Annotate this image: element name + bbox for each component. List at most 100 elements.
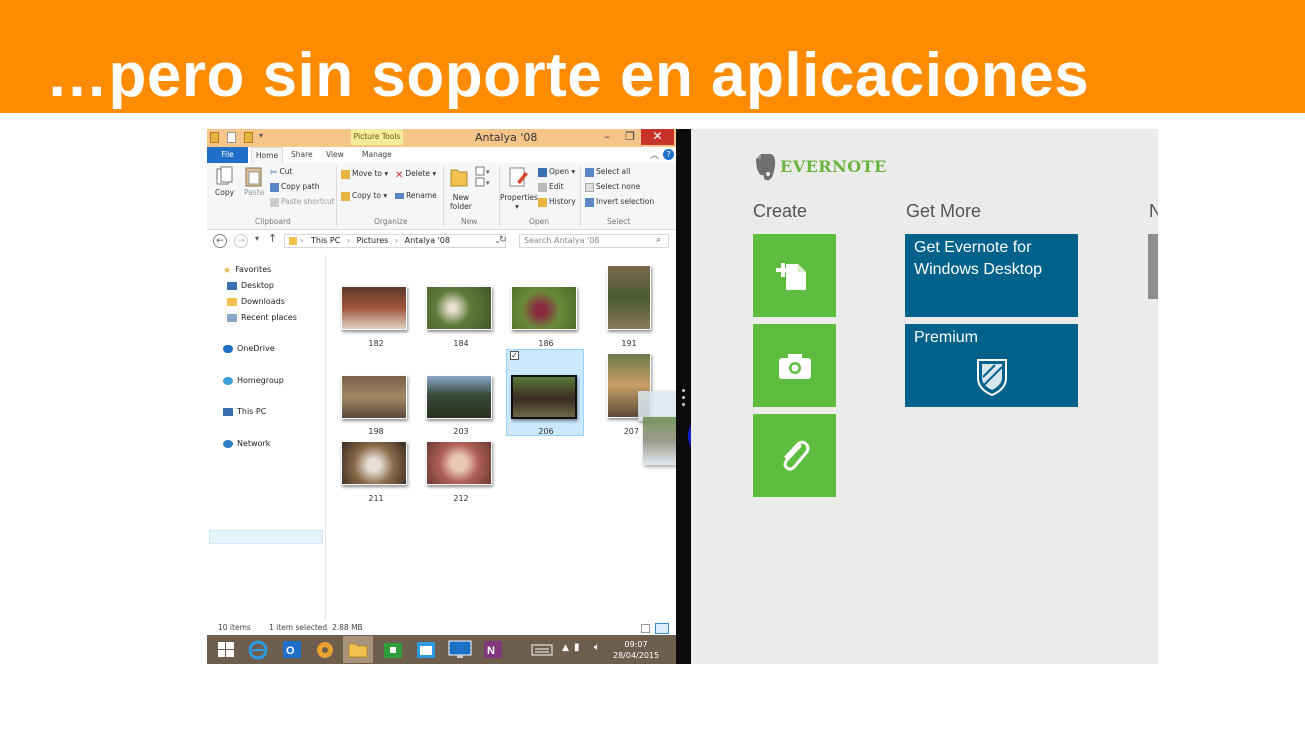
recent-locations-icon[interactable]: ▾ [255,234,259,243]
address-row: ← → ▾ ↑ › This PC › Pictures › Antalya '… [207,230,676,252]
clipboard-group-label: Clipboard [255,217,291,226]
tab-share[interactable]: Share [291,147,313,163]
photo-thumbnail[interactable] [341,375,407,419]
address-bar[interactable]: › This PC › Pictures › Antalya '08 ⌄ [284,234,506,248]
minimize-ribbon-icon[interactable]: ︿ [650,148,659,161]
internet-explorer-icon[interactable] [243,636,273,663]
refresh-icon[interactable]: ↻ [499,235,507,245]
nav-item-homegroup[interactable]: Homegroup [223,376,284,385]
forward-icon[interactable]: → [234,234,248,248]
breadcrumb-this-pc[interactable]: This PC [311,236,340,245]
invert-selection-icon [585,197,594,207]
file-name: 198 [368,427,384,436]
file-explorer-window: ▾ Picture Tools Antalya '08 – ❐ ✕ File H… [207,129,676,664]
maximize-icon[interactable]: ❐ [618,129,642,145]
selection-checkbox[interactable]: ✓ [510,351,519,360]
file-list: 182 184 186 191 198 203 ✓ 206 207 211 21… [325,255,676,621]
minimize-icon[interactable]: – [595,129,619,145]
paste-shortcut-button[interactable]: Paste shortcut [270,197,335,207]
select-all-button[interactable]: Select all [585,167,630,177]
volume-icon[interactable]: 🔈︎ [594,642,600,653]
clock[interactable]: 09:07 28/04/2015 [613,639,659,661]
attachment-note-tile[interactable] [753,414,836,497]
copy-button[interactable]: Copy [215,188,234,197]
tab-file[interactable]: File [207,147,248,163]
large-icons-view-icon[interactable] [655,623,669,634]
nav-item-onedrive[interactable]: OneDrive [223,344,275,353]
media-center-icon[interactable] [310,636,340,663]
start-icon[interactable] [211,636,241,663]
file-name: 191 [621,339,637,348]
copy-path-button[interactable]: Copy path [270,182,319,192]
photo-thumbnail[interactable] [341,441,407,485]
quick-access-dropdown-icon[interactable]: ▾ [259,131,263,140]
move-to-button[interactable]: Move to ▾ [341,169,388,179]
paste-button[interactable]: Paste [244,188,264,197]
keyboard-icon[interactable] [527,636,557,663]
photo-thumbnail[interactable] [511,286,577,330]
picture-tools-tab: Picture Tools [351,129,403,145]
properties-button[interactable]: Properties ▾ [500,193,538,211]
camera-icon [779,354,811,379]
move-to-icon [341,169,350,179]
open-group-label: Open [529,217,550,226]
photo-thumbnail[interactable] [341,286,407,330]
copy-to-button[interactable]: Copy to ▾ [341,191,387,201]
calendar-icon[interactable] [411,636,441,663]
help-icon[interactable]: ? [663,149,674,160]
back-icon[interactable]: ← [213,234,227,248]
outlook-icon[interactable]: O [277,636,307,663]
select-none-button[interactable]: Select none [585,182,640,192]
breadcrumb-antalya[interactable]: Antalya '08 [405,236,450,245]
delete-button[interactable]: ✕ Delete ▾ [395,169,436,181]
battery-icon[interactable]: ▮ [574,642,580,653]
tab-home[interactable]: Home [251,147,283,163]
divider-grip[interactable] [682,389,685,392]
tab-manage[interactable]: Manage [362,147,392,163]
nav-item-this-pc[interactable]: This PC [223,407,266,416]
divider-grip[interactable] [682,403,685,406]
file-explorer-taskbar-icon[interactable] [343,636,373,663]
search-input[interactable]: Search Antalya '08 [519,234,669,248]
photo-thumbnail[interactable] [426,375,492,419]
photo-thumbnail[interactable] [426,441,492,485]
nav-item-desktop[interactable]: Desktop [227,281,274,290]
nav-item-favorites[interactable]: ★ Favorites [223,265,271,276]
store-icon[interactable] [378,636,408,663]
camera-note-tile[interactable] [753,324,836,407]
edit-button[interactable]: Edit [538,182,564,192]
properties-icon[interactable] [227,132,236,143]
rename-button[interactable]: Rename [395,191,437,200]
cut-button[interactable]: ✂ Cut [270,167,292,178]
get-evernote-desktop-tile[interactable]: Get Evernote for Windows Desktop [905,234,1078,317]
photo-thumbnail[interactable] [511,375,577,419]
tab-view[interactable]: View [326,147,344,163]
photo-thumbnail[interactable] [607,265,651,330]
nav-item-network[interactable]: Network [223,439,270,448]
divider-grip[interactable] [682,396,685,399]
paperclip-icon [783,440,810,471]
new-note-tile[interactable] [753,234,836,317]
new-note-icon [776,263,806,290]
premium-label: Premium [914,329,979,346]
show-hidden-icons-icon[interactable]: ▲ [562,643,569,653]
evernote-app: EVERNOTE Create Get More N Get Evernote … [691,129,1158,664]
photo-thumbnail[interactable] [426,286,492,330]
up-arrow-icon[interactable]: ↑ [268,232,277,245]
file-name: 203 [453,427,469,436]
details-view-icon[interactable] [641,624,650,633]
breadcrumb-pictures[interactable]: Pictures [357,236,389,245]
clock-date: 28/04/2015 [613,651,660,660]
next-section-tile[interactable] [1148,234,1158,299]
remote-desktop-icon[interactable] [445,636,475,663]
new-folder-button[interactable]: New folder [450,193,472,211]
history-button[interactable]: History [538,197,576,207]
close-icon[interactable]: ✕ [641,129,674,145]
onenote-icon[interactable]: N [478,636,508,663]
nav-item-downloads[interactable]: Downloads [227,297,285,306]
invert-selection-button[interactable]: Invert selection [585,197,654,207]
new-folder-icon[interactable] [244,132,253,143]
premium-tile[interactable]: Premium [905,324,1078,407]
nav-item-recent-places[interactable]: Recent places [227,313,297,322]
open-button[interactable]: Open ▾ [538,167,575,177]
